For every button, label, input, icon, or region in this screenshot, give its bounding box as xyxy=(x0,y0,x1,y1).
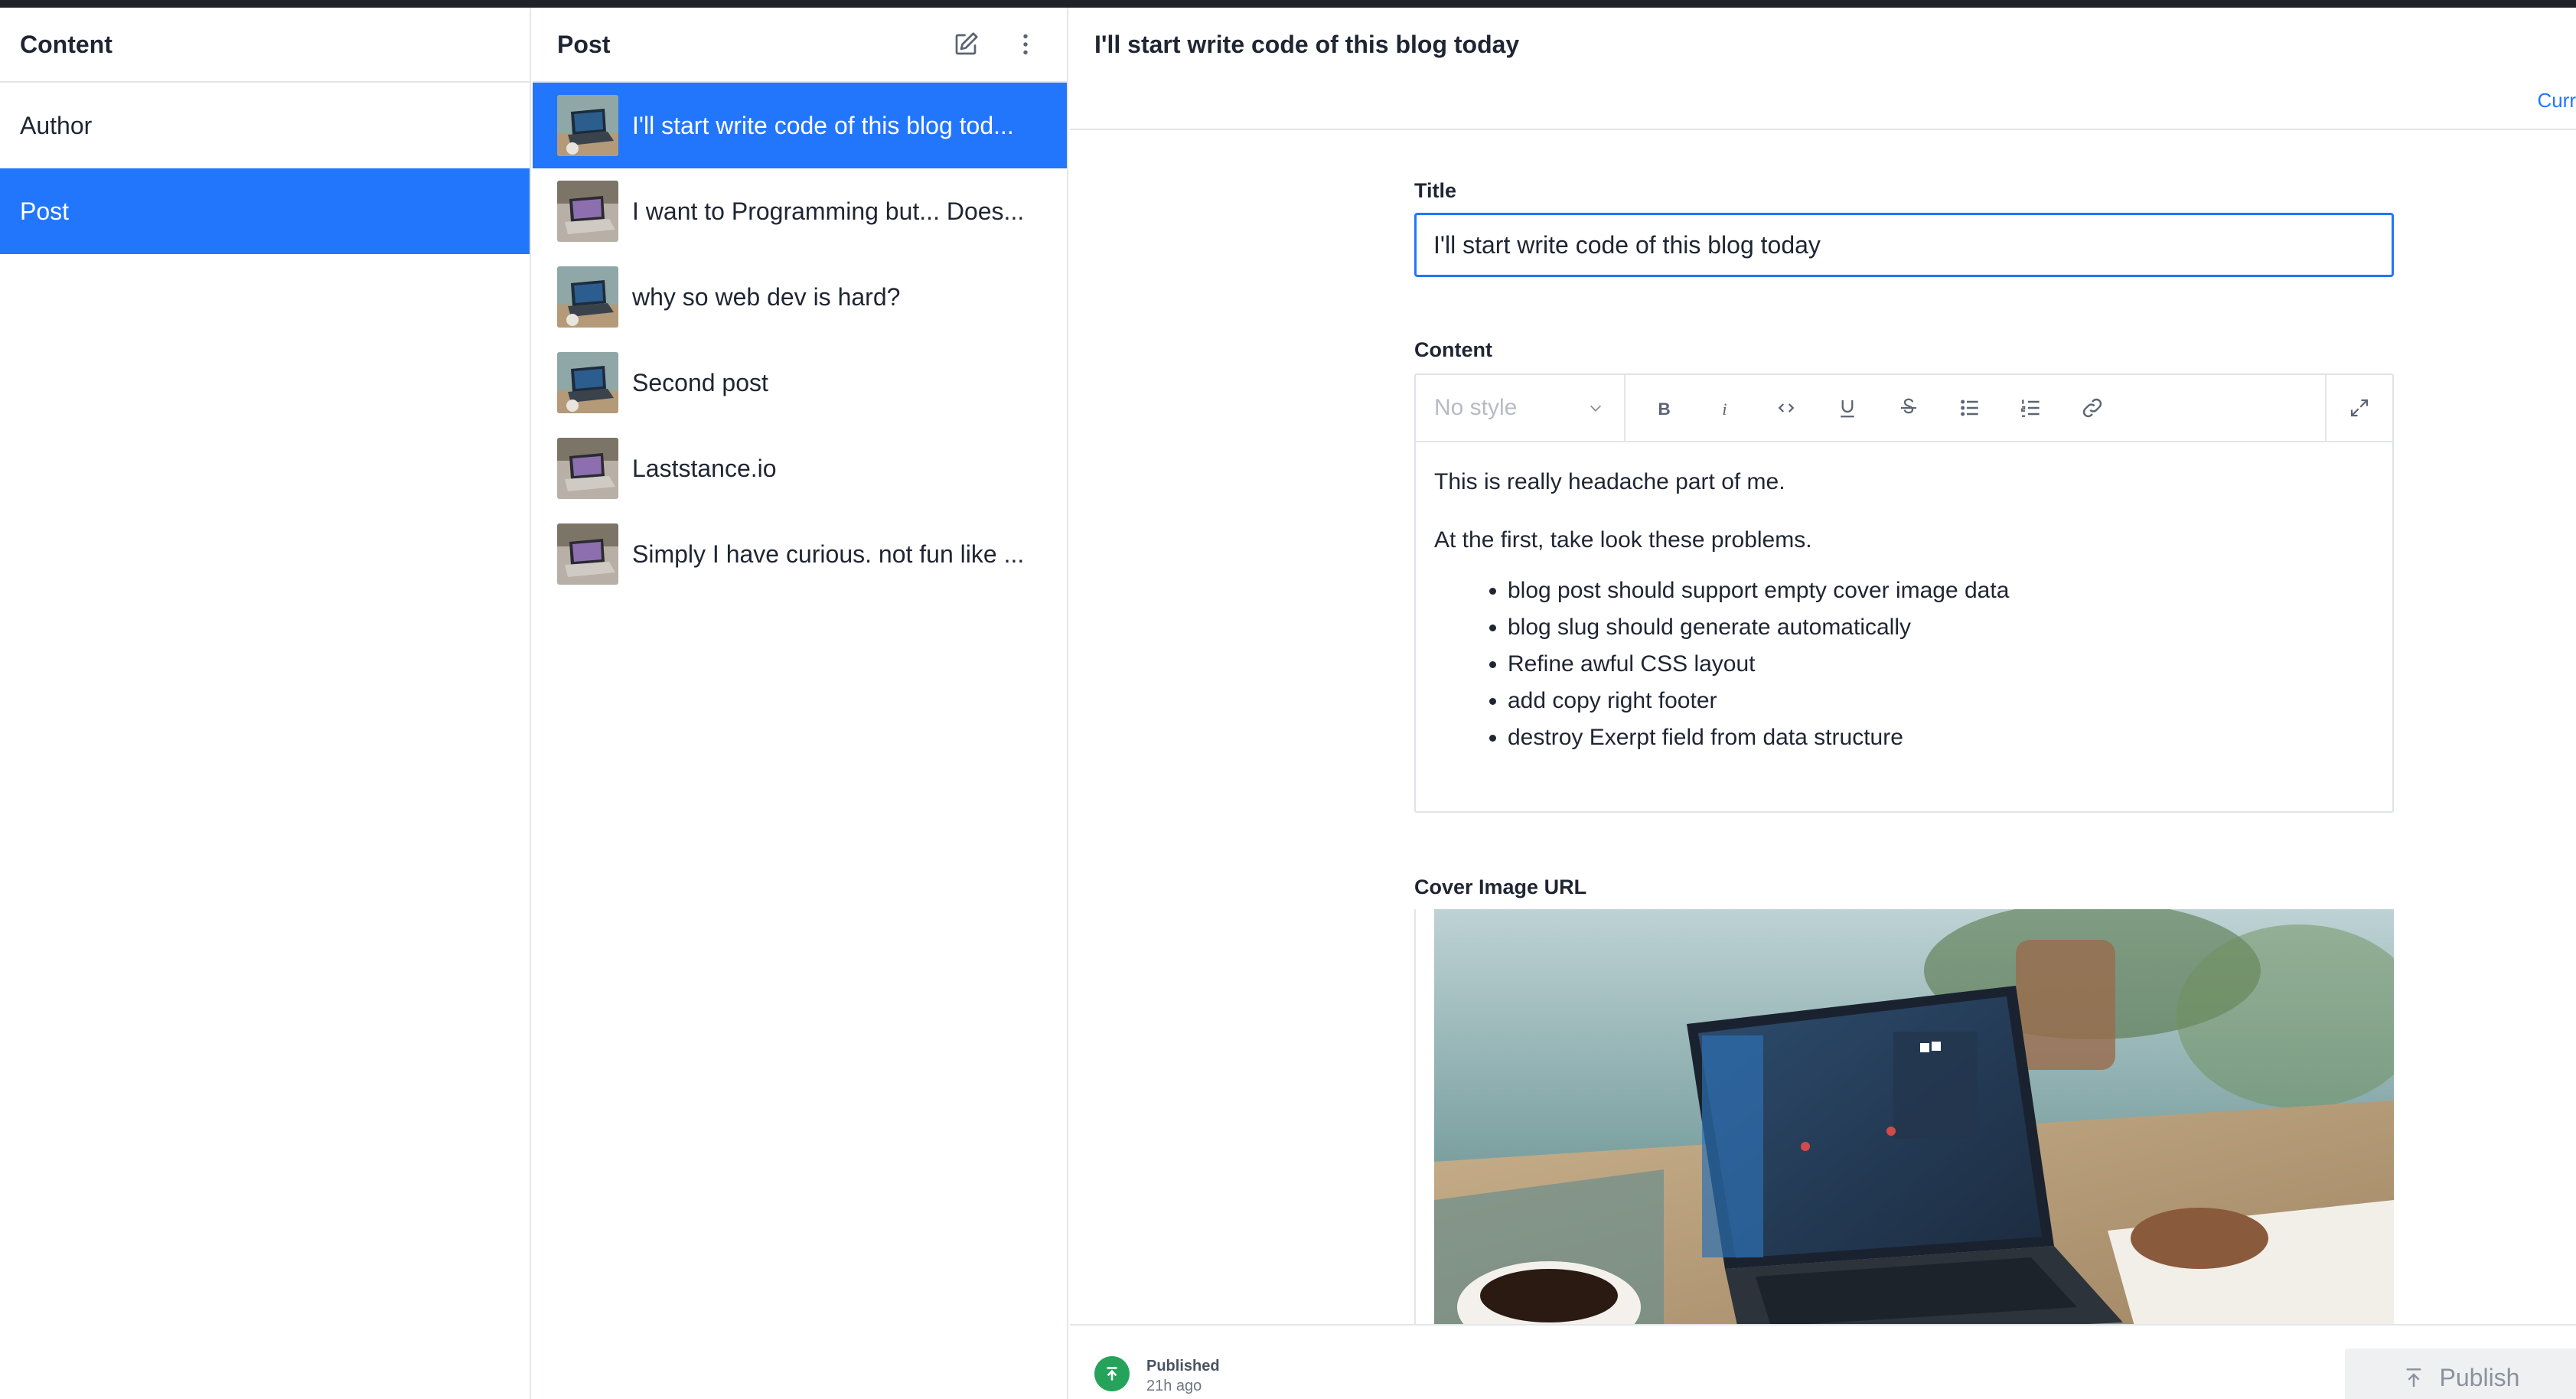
strikethrough-button[interactable] xyxy=(1878,375,1939,441)
style-select-value: No style xyxy=(1434,395,1518,420)
editor-footer: Published 21h ago Publish xyxy=(1070,1324,2576,1399)
content-bullet-list: blog post should support empty cover ima… xyxy=(1434,572,2374,756)
bullet-item: destroy Exerpt field from data structure xyxy=(1508,719,2374,756)
code-icon xyxy=(1778,403,1795,413)
post-title: why so web dev is hard? xyxy=(632,282,901,311)
bullet-item: Refine awful CSS layout xyxy=(1508,646,2374,683)
title-field-label: Title xyxy=(1414,179,1457,202)
bullet-list-button[interactable] xyxy=(1939,375,2000,441)
posts-pane: Post I'll start write code of this blog … xyxy=(533,8,1068,1399)
bold-icon: B xyxy=(1658,399,1671,419)
publish-icon xyxy=(2406,1368,2421,1387)
content-field-label: Content xyxy=(1414,338,1492,361)
bullet-item: blog slug should generate automatically xyxy=(1508,609,2374,646)
post-title: Laststance.io xyxy=(632,454,777,482)
post-list-item[interactable]: Second post xyxy=(533,340,1067,426)
content-pane: Content Author Post xyxy=(0,8,531,1399)
publish-time: 21h ago xyxy=(1146,1378,1202,1394)
strikethrough-icon xyxy=(1901,398,1916,414)
title-input[interactable] xyxy=(1414,213,2394,277)
link-icon xyxy=(2082,398,2102,418)
nav-item-author[interactable]: Author xyxy=(0,83,530,168)
nav-item-post[interactable]: Post xyxy=(0,168,530,254)
post-title: I'll start write code of this blog tod..… xyxy=(632,111,1014,139)
cover-image-field-label: Cover Image URL xyxy=(1414,876,1587,898)
editor-pane: I'll start write code of this blog today… xyxy=(1070,8,2576,1399)
post-thumbnail xyxy=(557,438,618,499)
code-button[interactable] xyxy=(1756,375,1817,441)
content-paragraph: At the first, take look these problems. xyxy=(1434,527,1812,553)
window-top-bar xyxy=(0,0,2576,8)
underline-icon xyxy=(1841,400,1854,418)
compose-button[interactable] xyxy=(949,28,983,61)
post-thumbnail xyxy=(557,352,618,413)
document-title: I'll start write code of this blog today xyxy=(1094,31,1520,58)
expand-button[interactable] xyxy=(2325,375,2392,441)
post-list-item[interactable]: why so web dev is hard? xyxy=(533,254,1067,340)
publish-status: Published xyxy=(1146,1358,1220,1375)
bullet-list-icon xyxy=(1961,399,1978,416)
post-title: I want to Programming but... Does... xyxy=(632,197,1025,225)
posts-pane-title: Post xyxy=(557,30,611,58)
publish-button-label: Publish xyxy=(2439,1363,2520,1391)
numbered-list-icon xyxy=(2021,399,2040,417)
svg-text:B: B xyxy=(1658,399,1671,419)
published-status-icon xyxy=(1094,1356,1130,1391)
numbered-list-button[interactable] xyxy=(2000,375,2062,441)
editor-header: I'll start write code of this blog today… xyxy=(1070,8,2576,130)
bold-button[interactable]: B xyxy=(1633,375,1694,441)
cover-image-field xyxy=(1414,909,2394,1339)
post-thumbnail xyxy=(557,266,618,328)
post-list-item[interactable]: Laststance.io xyxy=(533,426,1067,511)
post-list-item[interactable]: I'll start write code of this blog tod..… xyxy=(533,83,1067,168)
compose-icon xyxy=(955,32,978,55)
more-menu-button[interactable] xyxy=(1009,28,1042,61)
link-button[interactable] xyxy=(2062,375,2123,441)
content-pane-header: Content xyxy=(0,8,530,83)
post-thumbnail xyxy=(557,95,618,156)
expand-icon xyxy=(2350,399,2369,417)
style-select[interactable]: No style xyxy=(1416,375,1625,441)
cover-image[interactable] xyxy=(1434,909,2394,1339)
post-list-item[interactable]: Simply I have curious. not fun like ... xyxy=(533,511,1067,597)
publish-button[interactable]: Publish xyxy=(2345,1348,2576,1399)
editor-toolbar: No style B i xyxy=(1416,375,2392,442)
more-vertical-icon xyxy=(1023,34,1028,55)
content-pane-title: Content xyxy=(20,30,112,58)
tab-current[interactable]: Curr xyxy=(2537,89,2576,113)
post-title: Second post xyxy=(632,368,768,396)
chevron-down-icon xyxy=(1590,405,1602,412)
bullet-item: blog post should support empty cover ima… xyxy=(1508,572,2374,609)
nav-item-label: Post xyxy=(20,197,70,225)
post-list-item[interactable]: I want to Programming but... Does... xyxy=(533,168,1067,254)
bullet-item: add copy right footer xyxy=(1508,683,2374,719)
content-editor: No style B i This is really headache par… xyxy=(1414,373,2394,813)
italic-button[interactable]: i xyxy=(1694,375,1756,441)
post-thumbnail xyxy=(557,523,618,585)
posts-pane-header: Post xyxy=(533,8,1067,83)
content-paragraph: This is really headache part of me. xyxy=(1434,469,1785,494)
post-title: Simply I have curious. not fun like ... xyxy=(632,540,1025,568)
svg-text:i: i xyxy=(1722,399,1727,419)
underline-button[interactable] xyxy=(1817,375,1878,441)
post-thumbnail xyxy=(557,181,618,242)
content-body[interactable]: This is really headache part of me. At t… xyxy=(1416,442,2392,778)
italic-icon: i xyxy=(1722,399,1727,419)
nav-item-label: Author xyxy=(20,111,93,139)
